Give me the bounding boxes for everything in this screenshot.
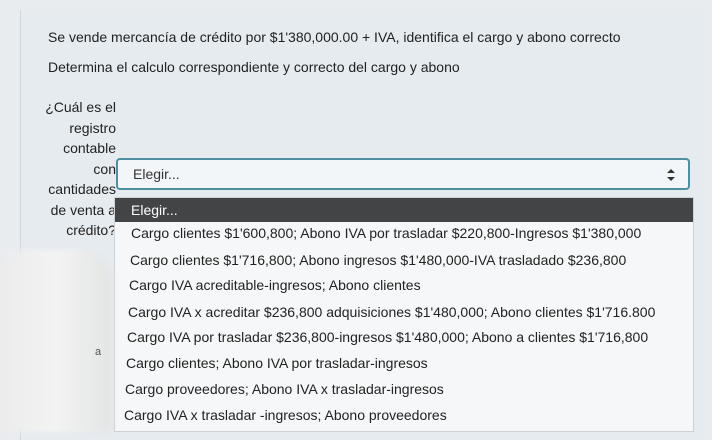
question-text-line-1: Se vende mercancía de crédito por $1'380…: [48, 29, 621, 45]
question-side-label: ¿Cuál es el registro contable con cantid…: [45, 99, 116, 238]
blurred-redaction: [0, 250, 112, 432]
stray-mark-text: a: [95, 346, 102, 358]
dropdown-option[interactable]: Cargo clientes $1'600,800; Abono IVA por…: [115, 221, 693, 245]
dropdown-option[interactable]: Cargo clientes; Abono IVA por trasladar-…: [115, 351, 693, 375]
dropdown-option[interactable]: Cargo IVA x acreditar $236,800 adquisici…: [115, 300, 693, 324]
dropdown-option[interactable]: Cargo IVA x trasladar -ingresos; Abono p…: [115, 403, 693, 427]
dropdown-option[interactable]: Cargo IVA acreditable-ingresos; Abono cl…: [115, 273, 693, 297]
answer-select[interactable]: Elegir...: [116, 158, 690, 190]
dropdown-option[interactable]: Cargo IVA por trasladar $236,800-ingreso…: [115, 325, 693, 349]
dropdown-option[interactable]: Cargo proveedores; Abono IVA x trasladar…: [115, 377, 693, 401]
dropdown-option[interactable]: Elegir...: [115, 198, 693, 222]
updown-arrow-icon: [667, 169, 675, 181]
question-text-line-2: Determina el calculo correspondiente y c…: [48, 59, 460, 75]
dropdown-option[interactable]: Cargo clientes $1'716,800; Abono ingreso…: [115, 248, 693, 272]
select-current-value: Elegir...: [133, 166, 180, 182]
answer-dropdown-list: Elegir... Cargo clientes $1'600,800; Abo…: [114, 197, 694, 432]
